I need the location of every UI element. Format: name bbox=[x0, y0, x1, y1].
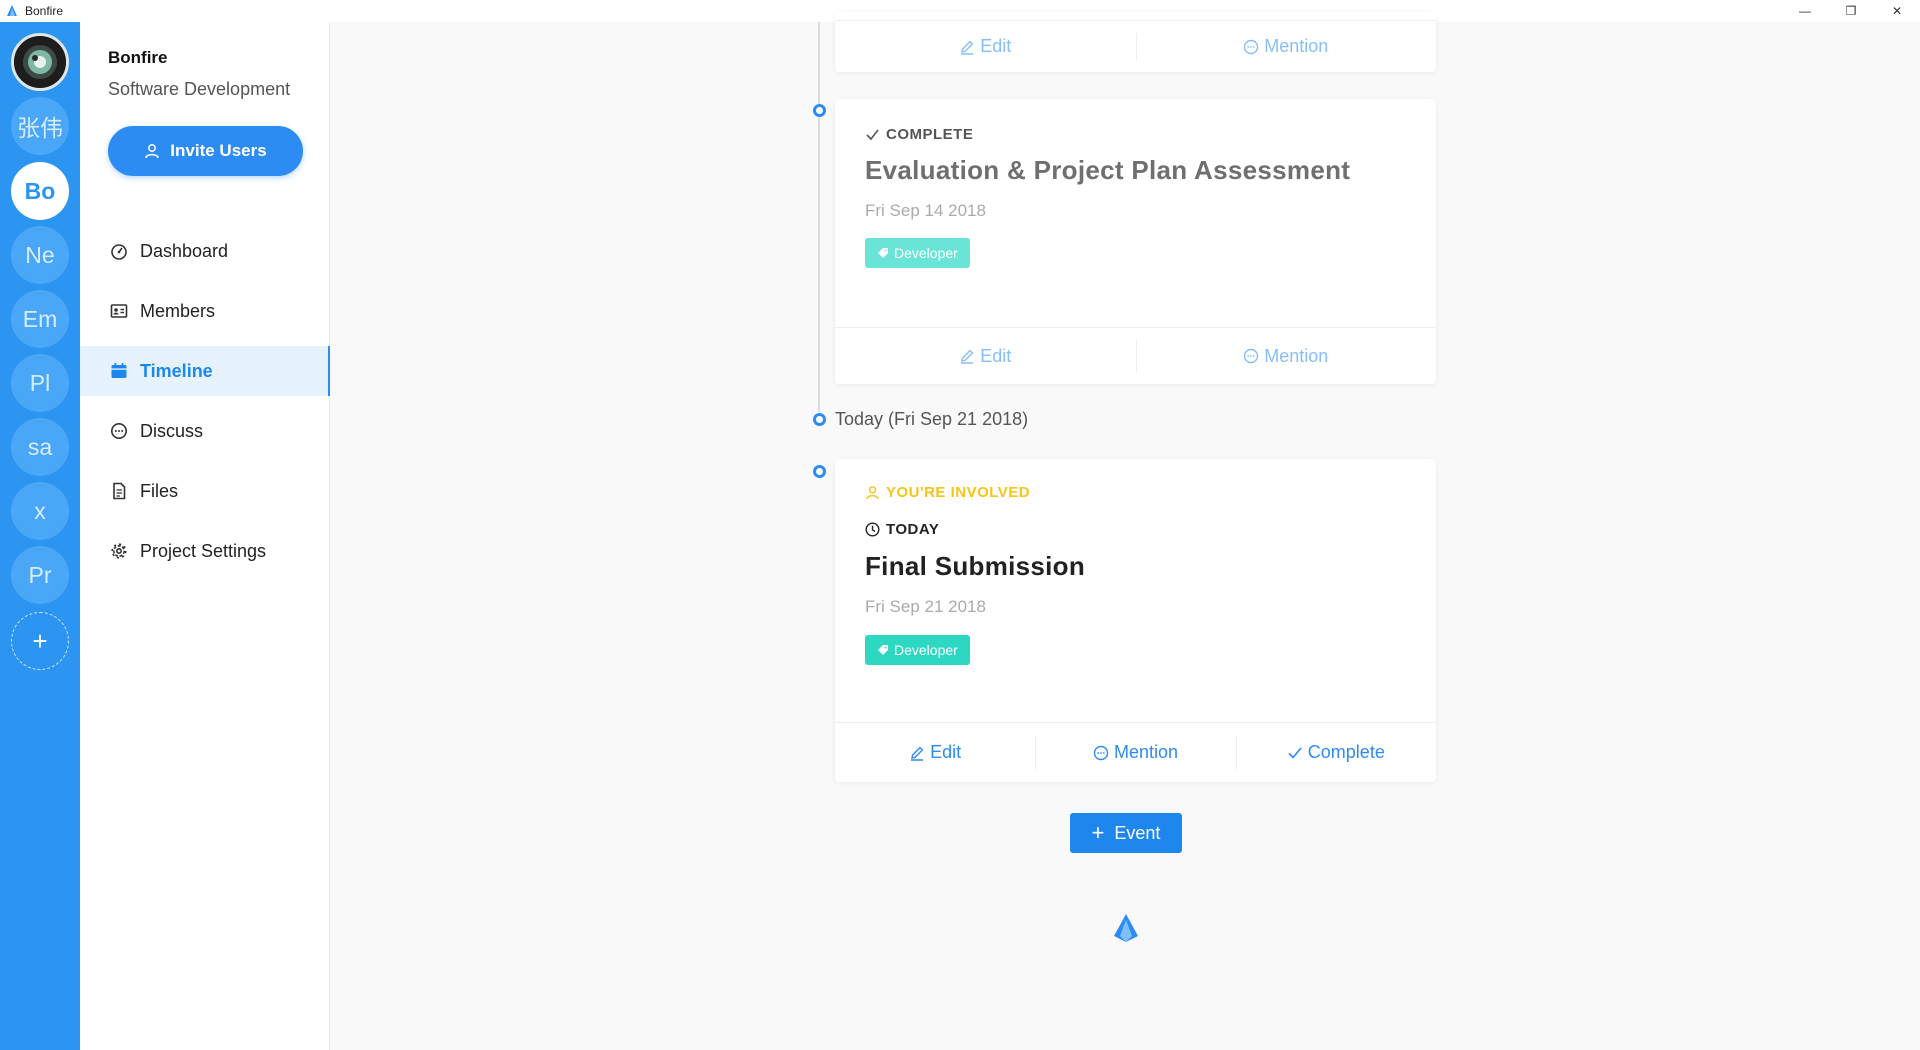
edit-label: Edit bbox=[980, 36, 1012, 56]
dashboard-icon bbox=[111, 244, 127, 260]
project-bo[interactable]: Bo bbox=[11, 162, 69, 220]
timeline-dot bbox=[813, 413, 826, 426]
calendar-icon bbox=[111, 363, 127, 378]
role-tag: Developer bbox=[865, 238, 970, 268]
check-icon bbox=[866, 129, 879, 141]
sidebar-item-label: Discuss bbox=[140, 420, 204, 441]
event-title: Evaluation & Project Plan Assessment bbox=[865, 155, 1351, 185]
edit-button[interactable]: Edit bbox=[835, 328, 1136, 384]
file-icon bbox=[113, 482, 126, 500]
window-title: Bonfire bbox=[25, 4, 64, 18]
role-tag: Developer bbox=[865, 635, 970, 665]
today-marker-label: Today (Fri Sep 21 2018) bbox=[835, 409, 1029, 429]
sidebar-item-project-settings[interactable]: Project Settings bbox=[80, 526, 330, 576]
status-badge: COMPLETE bbox=[865, 126, 973, 143]
tag-icon bbox=[878, 248, 888, 258]
mention-label: Mention bbox=[1113, 742, 1179, 762]
sidebar-item-dashboard[interactable]: Dashboard bbox=[80, 226, 330, 276]
clock-icon bbox=[865, 522, 880, 537]
sidebar-item-label: Members bbox=[140, 300, 216, 321]
avatar-image-icon bbox=[14, 36, 66, 88]
timeline-view: Edit Mention COMPLETE Evaluation & Proje… bbox=[330, 12, 1920, 1050]
project-subtitle: Software Development bbox=[108, 79, 291, 99]
invite-users-button[interactable]: Invite Users bbox=[108, 126, 303, 176]
pencil-icon bbox=[961, 349, 974, 364]
edit-button[interactable]: Edit bbox=[835, 723, 1035, 782]
sidebar-item-label: Project Settings bbox=[140, 540, 267, 561]
add-project-button[interactable]: + bbox=[11, 612, 69, 670]
event-date: Fri Sep 14 2018 bbox=[865, 201, 986, 220]
gear-icon bbox=[111, 543, 127, 559]
project-name: Bonfire bbox=[108, 48, 168, 67]
chat-icon bbox=[1244, 39, 1259, 54]
status-label: TODAY bbox=[886, 521, 940, 538]
project-zhangwei[interactable]: 张伟 bbox=[11, 97, 69, 155]
role-tag-label: Developer bbox=[894, 245, 958, 261]
event-date: Fri Sep 21 2018 bbox=[865, 597, 986, 616]
project-pr[interactable]: Pr bbox=[11, 546, 69, 604]
sidebar-item-discuss[interactable]: Discuss bbox=[80, 406, 330, 456]
status-label: COMPLETE bbox=[886, 126, 974, 143]
timeline-dot bbox=[813, 104, 826, 117]
invite-users-label: Invite Users bbox=[170, 141, 267, 160]
bonfire-logo-icon bbox=[1114, 914, 1138, 942]
involved-badge: YOU'RE INVOLVED bbox=[865, 484, 1030, 501]
sidebar-item-timeline[interactable]: Timeline bbox=[80, 346, 330, 396]
bonfire-logo-icon bbox=[7, 5, 17, 16]
tag-icon bbox=[878, 645, 888, 655]
user-avatar[interactable] bbox=[11, 33, 69, 91]
project-em[interactable]: Em bbox=[11, 290, 69, 348]
timeline-card-complete: COMPLETE Evaluation & Project Plan Asses… bbox=[835, 99, 1436, 384]
timeline-card-today: YOU'RE INVOLVED TODAY Final Submission F… bbox=[835, 459, 1436, 782]
complete-label: Complete bbox=[1307, 742, 1385, 762]
status-badge: TODAY bbox=[865, 521, 939, 538]
mention-label: Mention bbox=[1264, 345, 1329, 366]
complete-button[interactable]: Complete bbox=[1235, 723, 1436, 782]
project-pl[interactable]: Pl bbox=[11, 354, 69, 412]
sidebar-item-label: Files bbox=[140, 480, 179, 501]
card-actions: Edit Mention bbox=[835, 20, 1436, 72]
minimize-button[interactable]: — bbox=[1782, 0, 1828, 22]
window-controls: — ❐ ✕ bbox=[1782, 0, 1920, 22]
mention-button[interactable]: Mention bbox=[1035, 723, 1235, 782]
role-tag-label: Developer bbox=[894, 642, 958, 658]
restore-button[interactable]: ❐ bbox=[1828, 0, 1874, 22]
involved-label: YOU'RE INVOLVED bbox=[886, 484, 1031, 501]
chat-icon bbox=[111, 423, 127, 439]
check-icon bbox=[1288, 746, 1302, 759]
plus-icon: + bbox=[1091, 820, 1105, 845]
mention-button[interactable]: Mention bbox=[1135, 21, 1437, 72]
project-x[interactable]: x bbox=[11, 482, 69, 540]
close-button[interactable]: ✕ bbox=[1874, 0, 1920, 22]
members-icon bbox=[110, 304, 128, 318]
edit-label: Edit bbox=[980, 345, 1012, 366]
card-actions: Edit Mention Complete bbox=[835, 722, 1436, 782]
timeline-dot bbox=[813, 465, 826, 478]
timeline-card-previous: Edit Mention bbox=[835, 12, 1436, 72]
chat-icon bbox=[1093, 745, 1109, 760]
user-icon bbox=[866, 486, 879, 500]
sidebar: Bonfire Software Development Invite User… bbox=[80, 22, 330, 1050]
sidebar-item-label: Dashboard bbox=[140, 240, 229, 261]
project-sa[interactable]: sa bbox=[11, 418, 69, 476]
timeline-line bbox=[818, 22, 820, 412]
edit-label: Edit bbox=[930, 742, 962, 762]
add-event-button[interactable]: + Event bbox=[1070, 813, 1182, 853]
pencil-icon bbox=[961, 40, 974, 55]
sidebar-nav: Dashboard Members Timeline Discuss Files… bbox=[80, 226, 330, 586]
mention-button[interactable]: Mention bbox=[1135, 328, 1437, 384]
event-title: Final Submission bbox=[865, 551, 1086, 581]
mention-label: Mention bbox=[1264, 36, 1329, 56]
pencil-icon bbox=[911, 746, 924, 761]
project-rail: 张伟 Bo Ne Em Pl sa x Pr + bbox=[0, 22, 80, 1050]
add-event-label: Event bbox=[1114, 822, 1161, 843]
sidebar-item-members[interactable]: Members bbox=[80, 286, 330, 336]
chat-icon bbox=[1244, 348, 1259, 364]
project-ne[interactable]: Ne bbox=[11, 226, 69, 284]
card-actions: Edit Mention bbox=[835, 327, 1436, 384]
edit-button[interactable]: Edit bbox=[835, 21, 1136, 72]
sidebar-item-label: Timeline bbox=[140, 360, 213, 381]
user-icon bbox=[145, 144, 160, 159]
sidebar-item-files[interactable]: Files bbox=[80, 466, 330, 516]
